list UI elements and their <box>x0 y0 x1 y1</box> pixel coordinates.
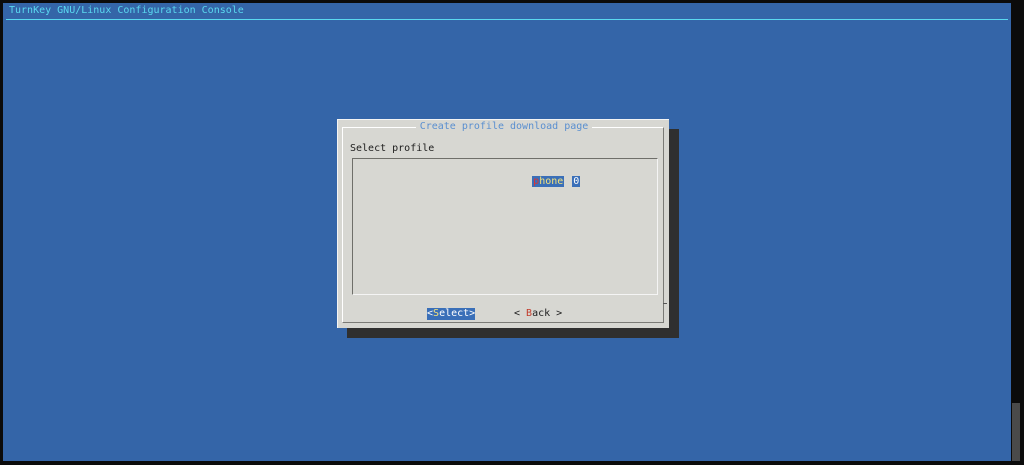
select-profile-prompt: Select profile <box>350 143 435 154</box>
button-row-divider <box>663 303 667 304</box>
scrollbar-thumb[interactable] <box>1012 403 1020 461</box>
terminal-screen: TurnKey GNU/Linux Configuration Console … <box>3 3 1011 461</box>
profile-dialog: Create profile download page Select prof… <box>337 119 669 328</box>
back-button[interactable]: < Back > <box>514 308 562 320</box>
list-item-description: 0 <box>572 176 581 187</box>
backtitle-divider <box>6 19 1008 20</box>
list-item-phone[interactable]: phone 0 <box>484 164 581 200</box>
button-bar: <Select> < Back > <box>338 308 670 322</box>
dialog-title-text: Create profile download page <box>415 121 593 132</box>
back-label-rest: ack <box>532 308 551 319</box>
select-label-rest: elect <box>439 308 470 319</box>
dialog-title: Create profile download page <box>338 121 670 133</box>
list-item-tag-rest: hone <box>539 176 564 187</box>
console-backtitle: TurnKey GNU/Linux Configuration Console <box>9 5 244 16</box>
select-button[interactable]: <Select> <box>427 308 476 320</box>
profile-list: phone 0 <box>352 158 658 295</box>
list-item-tag: phone <box>532 176 565 187</box>
terminal-scrollbar[interactable] <box>1011 3 1021 461</box>
